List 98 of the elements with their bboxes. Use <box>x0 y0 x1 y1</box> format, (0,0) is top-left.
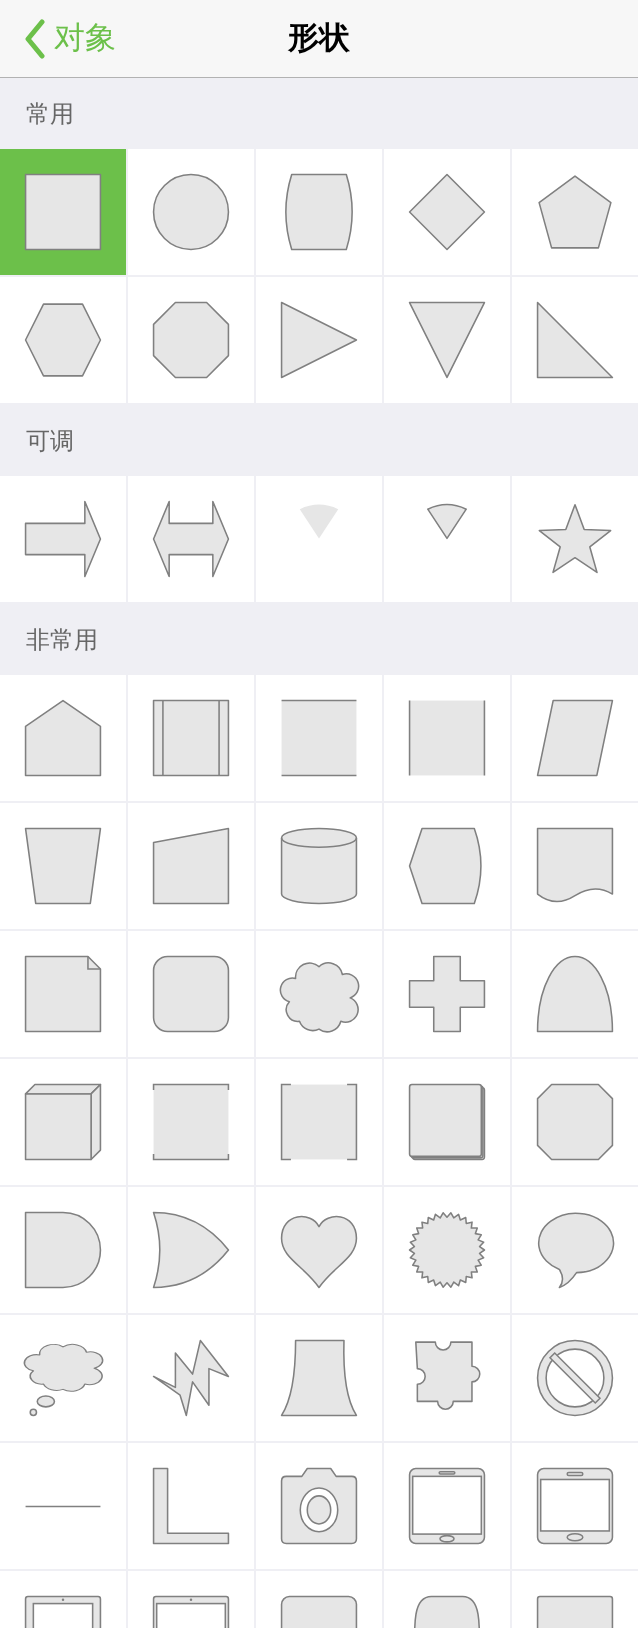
shape-tile[interactable] <box>0 931 126 1057</box>
camera-icon <box>280 1467 358 1545</box>
right-triangle-icon <box>536 301 614 379</box>
shape-tile[interactable] <box>256 931 382 1057</box>
back-chevron-icon <box>24 18 46 59</box>
shape-tile[interactable] <box>128 277 254 403</box>
section-header: 常用 <box>26 98 74 129</box>
triangle-icon <box>408 301 486 379</box>
shape-tile[interactable] <box>512 277 638 403</box>
shape-tile[interactable] <box>128 476 254 602</box>
shape-tile[interactable] <box>256 803 382 929</box>
shape-tile[interactable] <box>0 277 126 403</box>
shape-tile[interactable] <box>384 1443 510 1569</box>
arrow-icon <box>24 500 102 578</box>
shape-tile[interactable] <box>512 476 638 602</box>
hexagon-icon <box>24 301 102 379</box>
shape-tile[interactable] <box>256 1443 382 1569</box>
shape-tile[interactable] <box>512 1443 638 1569</box>
square-icon <box>408 699 486 777</box>
no-sign-icon <box>536 1339 614 1417</box>
square-icon <box>280 1083 358 1161</box>
shape-tile[interactable] <box>128 931 254 1057</box>
quadrilateral-icon <box>152 827 230 905</box>
shape-tile[interactable] <box>128 1059 254 1185</box>
shape-tile[interactable] <box>512 1315 638 1441</box>
square-icon <box>280 699 358 777</box>
shape-tile[interactable] <box>384 1315 510 1441</box>
shape-tile[interactable] <box>128 1187 254 1313</box>
shape-tile[interactable] <box>512 803 638 929</box>
double-arrow-icon <box>152 500 230 578</box>
section-header: 可调 <box>26 425 74 456</box>
shape-tile[interactable] <box>384 277 510 403</box>
trapezoid-icon <box>24 827 102 905</box>
shape-tile[interactable] <box>512 675 638 801</box>
shape-tile[interactable] <box>0 1187 126 1313</box>
parallelogram-icon <box>536 699 614 777</box>
shape-tile[interactable] <box>128 803 254 929</box>
lightning-icon <box>152 1339 230 1417</box>
shape-tile[interactable] <box>256 476 382 602</box>
shape-tile[interactable] <box>128 675 254 801</box>
shape-tile[interactable] <box>128 149 254 275</box>
house-icon <box>24 699 102 777</box>
octagon-icon <box>152 301 230 379</box>
shape-tile[interactable] <box>384 803 510 929</box>
shape-tile[interactable] <box>0 1059 126 1185</box>
pentagon-icon <box>536 173 614 251</box>
tablet-icon <box>408 1467 486 1545</box>
circle-icon <box>152 173 230 251</box>
shape-tile[interactable] <box>256 1315 382 1441</box>
page-title: 形状 <box>288 19 350 58</box>
process-icon <box>152 699 230 777</box>
diamond-icon <box>408 173 486 251</box>
line-icon <box>24 1504 102 1508</box>
shape-tile[interactable] <box>0 1315 126 1441</box>
shape-tile[interactable] <box>384 1187 510 1313</box>
shape-tile[interactable] <box>128 1443 254 1569</box>
shape-tile[interactable] <box>384 476 510 602</box>
shape-tile[interactable] <box>128 1315 254 1441</box>
shape-tile[interactable] <box>0 1443 126 1569</box>
shape-tile[interactable] <box>0 149 126 275</box>
octagon-icon <box>536 1083 614 1161</box>
shape-tile[interactable] <box>384 149 510 275</box>
cylinder-icon <box>280 827 358 905</box>
cross-icon <box>408 955 486 1033</box>
flare-icon <box>280 1339 358 1417</box>
shape-tile[interactable] <box>512 149 638 275</box>
shape-tile[interactable] <box>512 1187 638 1313</box>
page-icon <box>24 955 102 1033</box>
shape-tile[interactable] <box>256 149 382 275</box>
rounded-square-icon <box>152 955 230 1033</box>
shape-tile[interactable] <box>256 277 382 403</box>
shape-tile[interactable] <box>512 931 638 1057</box>
shape-tile[interactable] <box>256 1059 382 1185</box>
shape-tile[interactable] <box>256 675 382 801</box>
back-button[interactable]: 对象 <box>0 15 116 62</box>
l-shape-icon <box>152 1467 230 1545</box>
or-gate-icon <box>152 1211 230 1289</box>
shape-tile[interactable] <box>256 1187 382 1313</box>
square-icon <box>152 1083 230 1161</box>
d-shape-icon <box>24 1211 102 1289</box>
cube-icon <box>24 1083 102 1161</box>
seal-icon <box>408 1211 486 1289</box>
shape-tile[interactable] <box>0 803 126 929</box>
stacked-squares-icon <box>408 1083 486 1161</box>
triangle-icon <box>280 301 358 379</box>
document-icon <box>536 827 614 905</box>
section-header: 非常用 <box>26 624 98 655</box>
shape-tile[interactable] <box>384 931 510 1057</box>
shape-tile[interactable] <box>0 476 126 602</box>
square-icon <box>24 173 102 251</box>
shape-tile[interactable] <box>384 675 510 801</box>
wedge-icon <box>427 501 467 541</box>
speech-bubble-icon <box>536 1211 614 1289</box>
shape-tile[interactable] <box>0 675 126 801</box>
arch-icon <box>536 955 614 1033</box>
shape-tile[interactable] <box>512 1059 638 1185</box>
phone-icon <box>536 1467 614 1545</box>
shape-tile[interactable] <box>384 1059 510 1185</box>
